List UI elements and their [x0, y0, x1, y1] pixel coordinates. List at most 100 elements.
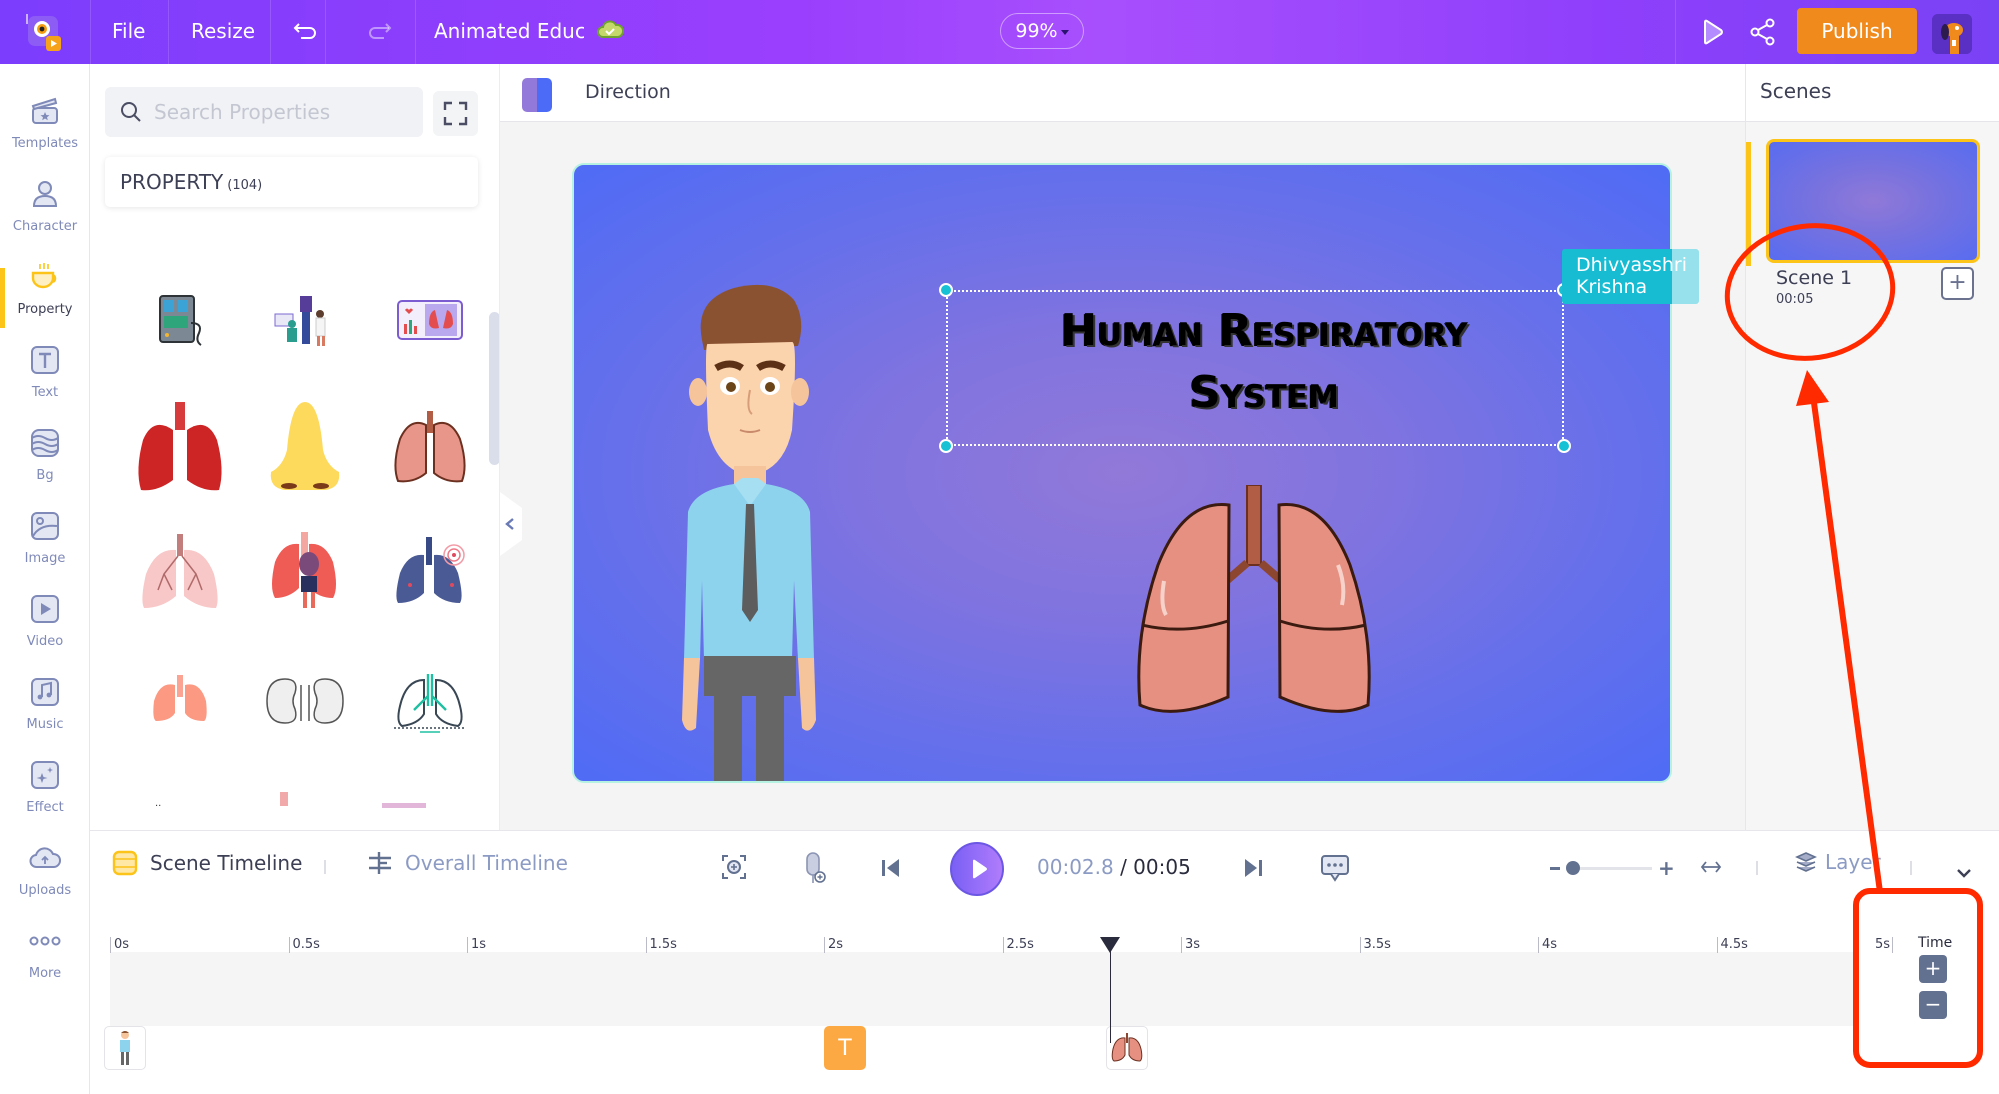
gradient-direction-swatch[interactable] — [522, 78, 552, 112]
cloud-saved-icon — [596, 19, 625, 45]
active-scene-indicator — [1746, 142, 1751, 266]
divider — [1675, 0, 1676, 64]
app-logo[interactable] — [22, 10, 66, 54]
skip-forward-icon[interactable] — [1243, 857, 1263, 883]
search-properties-input[interactable]: Search Properties — [105, 87, 423, 137]
asset-detailed-lungs[interactable] — [375, 397, 485, 497]
timeline-layer-character[interactable] — [104, 1026, 146, 1070]
rail-item-more[interactable]: More — [0, 912, 90, 995]
publish-button[interactable]: Publish — [1797, 8, 1917, 54]
asset-person-in-lungs[interactable] — [250, 522, 360, 622]
asset-red-lungs[interactable] — [125, 397, 235, 497]
tab-overall-timeline[interactable]: Overall Timeline — [367, 850, 568, 876]
rail-item-effect[interactable]: Effect — [0, 746, 90, 829]
character-man[interactable] — [674, 280, 824, 781]
file-menu[interactable]: File — [112, 18, 145, 44]
add-voice-focus-icon[interactable] — [720, 853, 748, 885]
asset-sketched-kidneys[interactable] — [250, 651, 360, 751]
lungs-illustration[interactable] — [1124, 484, 1384, 725]
share-icon[interactable] — [1750, 18, 1776, 50]
tab-label: Overall Timeline — [405, 851, 568, 875]
tab-scene-timeline[interactable]: Scene Timeline — [112, 850, 302, 876]
more-dots-icon — [29, 936, 61, 946]
search-placeholder: Search Properties — [154, 100, 331, 124]
time-separator: / — [1113, 855, 1134, 879]
asset-pink-bronchial-lungs[interactable] — [125, 522, 235, 622]
timeline-layer-property[interactable] — [1105, 1026, 1148, 1070]
rail-item-property[interactable]: Property — [0, 248, 90, 331]
layer-toggle[interactable]: Layer — [1795, 850, 1881, 874]
asset-doctors-xray-scene[interactable] — [250, 270, 360, 370]
rail-item-character[interactable]: Character — [0, 165, 90, 248]
timeline-layer-text[interactable]: T — [824, 1026, 866, 1070]
fit-width-arrows-icon[interactable] — [1700, 859, 1722, 879]
collapse-timeline-chevron-icon[interactable] — [1956, 863, 1972, 882]
divider — [1910, 861, 1912, 875]
scene-name[interactable]: Scene 1 — [1776, 267, 1852, 289]
preview-play-icon[interactable] — [1702, 19, 1724, 49]
resize-handle-bottom-right[interactable] — [1557, 439, 1571, 453]
clapperboard-star-icon — [31, 97, 58, 124]
asset-outline-lungs-teal[interactable] — [375, 651, 485, 751]
project-title[interactable]: Animated Educa — [434, 18, 584, 44]
asset-salmon-lungs[interactable] — [125, 651, 235, 751]
ruler-tick-label: 3s — [1181, 937, 1200, 953]
chevron-left-icon — [505, 518, 514, 530]
play-icon — [973, 859, 987, 879]
ruler-tick-label: 4.5s — [1716, 937, 1748, 953]
scene-canvas[interactable]: Human Respiratory System — [572, 163, 1672, 783]
asset-lungs-report-screen[interactable] — [375, 270, 485, 370]
rail-label: Templates — [11, 136, 79, 151]
scene-title-text[interactable]: Human Respiratory System — [954, 300, 1574, 424]
zoom-in-plus-icon[interactable]: + — [1658, 856, 1675, 880]
asset-yellow-nose[interactable] — [250, 397, 360, 497]
rail-item-music[interactable]: Music — [0, 663, 90, 746]
rail-item-image[interactable]: Image — [0, 497, 90, 580]
asset-ventilator-machine[interactable] — [125, 270, 235, 370]
coffee-cup-icon — [31, 263, 57, 289]
time-scale-increase-button[interactable]: + — [1919, 955, 1947, 983]
play-button[interactable] — [950, 842, 1004, 896]
time-scale-decrease-button[interactable]: − — [1919, 991, 1947, 1019]
resize-handle-top-left[interactable] — [939, 283, 953, 297]
timeline-zoom-slider-thumb[interactable] — [1566, 861, 1580, 875]
undo-icon[interactable] — [293, 18, 319, 48]
image-icon — [31, 512, 59, 540]
skip-back-icon[interactable] — [881, 857, 901, 883]
zoom-out-minus-icon[interactable] — [1550, 867, 1560, 870]
time-scale-label: Time — [1918, 935, 1953, 951]
rail-item-uploads[interactable]: Uploads — [0, 829, 90, 912]
scene-thumbnail[interactable] — [1766, 139, 1980, 263]
overall-timeline-icon — [369, 852, 391, 874]
rail-label: Bg — [36, 468, 54, 483]
timeline-zoom-slider-track[interactable] — [1568, 867, 1652, 870]
direction-toolbar: Direction — [500, 64, 1745, 122]
ruler-tick-label: 4s — [1538, 937, 1557, 953]
timeline-track[interactable] — [110, 952, 1857, 1026]
rail-item-text[interactable]: Text — [0, 331, 90, 414]
rail-item-video[interactable]: Video — [0, 580, 90, 663]
property-section-header: PROPERTY (104) — [105, 157, 478, 207]
tag-overflow-fade — [1672, 249, 1699, 304]
rail-label: Property — [17, 302, 73, 317]
fullscreen-expand-button[interactable] — [433, 91, 478, 136]
expand-icon — [443, 101, 468, 126]
subtitles-comment-icon[interactable] — [1320, 853, 1350, 887]
user-avatar[interactable] — [1932, 14, 1972, 54]
rail-item-bg[interactable]: Bg — [0, 414, 90, 497]
panel-scrollbar[interactable] — [489, 312, 499, 465]
collaborator-name: Dhivyasshri Krishna — [1576, 254, 1688, 298]
redo-icon[interactable] — [366, 18, 392, 48]
microphone-icon[interactable] — [802, 851, 828, 889]
time-readout: 00:02.8 / 00:05 — [1037, 855, 1191, 879]
scenes-header: Scenes — [1746, 64, 1999, 122]
title-line-2: System — [1189, 367, 1339, 418]
resize-menu[interactable]: Resize — [191, 18, 255, 44]
ruler-tick-label: 2.5s — [1002, 937, 1034, 953]
zoom-dropdown[interactable]: 99% — [1000, 13, 1084, 49]
rail-item-templates[interactable]: Templates — [0, 82, 90, 165]
asset-blue-lungs-target[interactable] — [375, 522, 485, 622]
total-time: 00:05 — [1133, 855, 1191, 879]
resize-handle-bottom-left[interactable] — [939, 439, 953, 453]
add-scene-button[interactable]: + — [1941, 267, 1974, 300]
